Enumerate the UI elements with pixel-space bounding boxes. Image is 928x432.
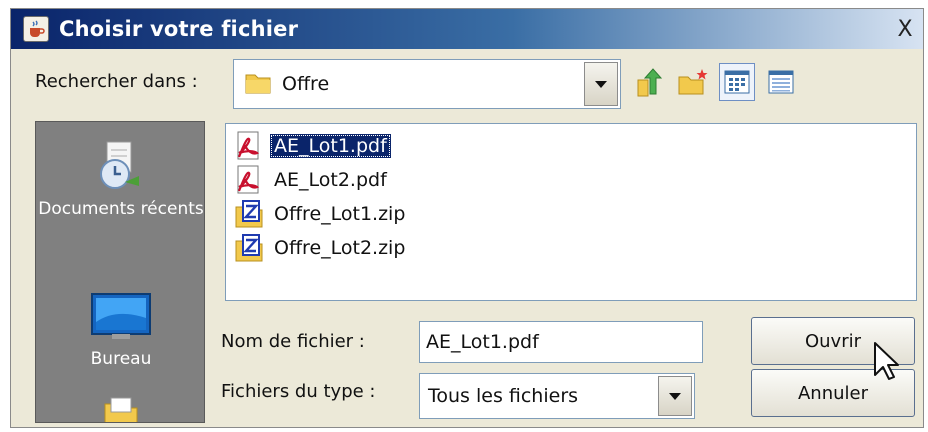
file-item[interactable]: Offre_Lot2.zip <box>234 232 409 264</box>
up-folder-icon <box>637 68 663 97</box>
file-list[interactable]: AE_Lot1.pdf AE_Lot2.pdf Offre_Lot1.zip O… <box>225 123 917 301</box>
look-in-combo[interactable]: Offre <box>233 59 621 109</box>
place-desktop[interactable]: Bureau <box>36 292 204 372</box>
list-view-icon <box>724 70 750 94</box>
cancel-button-label: Annuler <box>797 382 868 404</box>
details-view-button[interactable] <box>763 63 799 101</box>
file-item[interactable]: Offre_Lot1.zip <box>234 198 409 230</box>
file-name: Offre_Lot2.zip <box>274 237 406 259</box>
mouse-pointer-icon <box>874 342 899 380</box>
file-type-combo[interactable]: Tous les fichiers <box>419 373 695 419</box>
file-type-value: Tous les fichiers <box>428 385 579 407</box>
place-recent-documents[interactable]: Documents récents <box>36 138 204 222</box>
pdf-icon <box>237 165 260 194</box>
toolbar <box>631 63 799 101</box>
title-bar[interactable]: Choisir votre fichier X <box>11 9 923 49</box>
look-in-label: Rechercher dans : <box>35 71 198 92</box>
chevron-down-icon <box>595 80 607 88</box>
file-name: Offre_Lot1.zip <box>274 203 406 225</box>
places-bar: Documents récents Bureau <box>35 121 205 423</box>
desktop-icon <box>36 292 204 342</box>
java-cup-icon <box>23 16 49 42</box>
close-button[interactable]: X <box>891 15 919 43</box>
file-name: AE_Lot2.pdf <box>274 169 387 191</box>
place-folder[interactable] <box>36 394 204 422</box>
folder-icon <box>244 69 272 99</box>
look-in-value: Offre <box>282 73 330 95</box>
open-button-label: Ouvrir <box>804 330 862 352</box>
chevron-down-icon <box>669 392 681 400</box>
file-item[interactable]: AE_Lot2.pdf <box>234 164 391 196</box>
place-label-recent: Documents récents <box>38 199 204 219</box>
file-type-dropdown-button[interactable] <box>658 376 692 416</box>
file-name: AE_Lot1.pdf <box>270 134 391 158</box>
close-icon: X <box>897 16 913 42</box>
new-folder-icon <box>678 69 708 95</box>
zip-icon <box>235 234 263 262</box>
recent-documents-icon <box>36 138 204 192</box>
file-name-field[interactable] <box>419 321 703 363</box>
file-chooser-dialog: Choisir votre fichier X Rechercher dans … <box>10 8 924 428</box>
file-type-label: Fichiers du type : <box>221 381 376 402</box>
dialog-title: Choisir votre fichier <box>59 17 299 41</box>
file-item[interactable]: AE_Lot1.pdf <box>234 130 391 162</box>
file-name-input[interactable] <box>420 330 702 354</box>
up-folder-button[interactable] <box>631 63 667 101</box>
pdf-icon <box>237 131 260 160</box>
zip-icon <box>235 200 263 228</box>
new-folder-button[interactable] <box>675 63 711 101</box>
look-in-dropdown-button[interactable] <box>584 62 618 106</box>
folder-icon <box>36 394 204 422</box>
details-view-icon <box>768 70 794 94</box>
list-view-button[interactable] <box>719 63 755 101</box>
place-label-desktop: Bureau <box>90 349 152 369</box>
file-name-label: Nom de fichier : <box>221 331 365 352</box>
